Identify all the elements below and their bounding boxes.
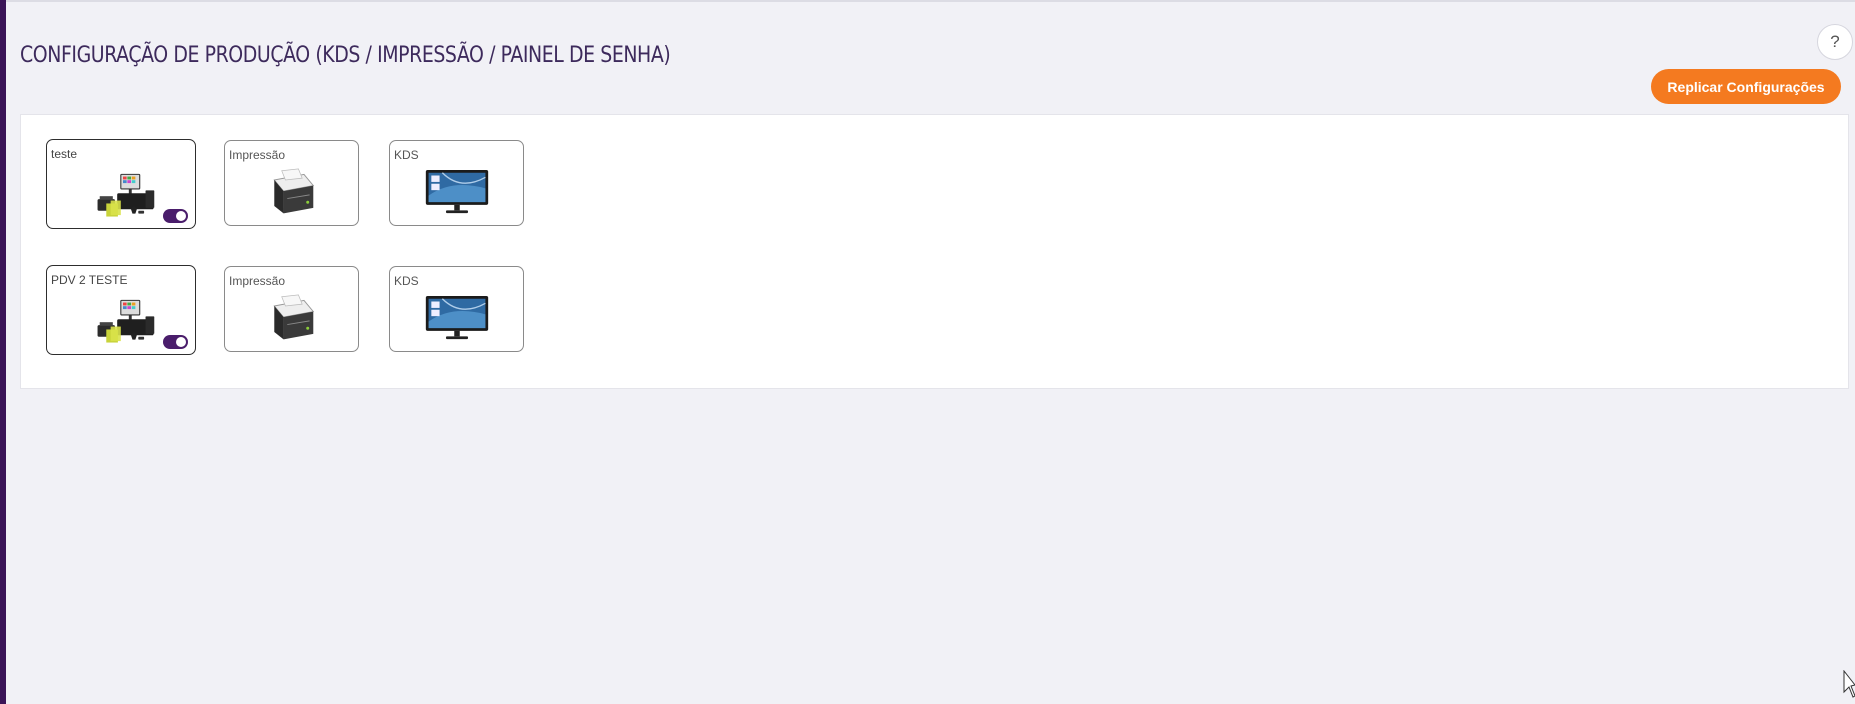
pdv-card-label: teste: [51, 147, 78, 161]
printer-card[interactable]: Impressão: [224, 140, 359, 226]
kds-card[interactable]: KDS: [389, 140, 524, 226]
pdv-card[interactable]: teste: [46, 139, 196, 229]
toggle-knob: [176, 337, 186, 347]
top-divider: [6, 0, 1855, 2]
pdv-enabled-toggle[interactable]: [163, 335, 188, 349]
pdv-card[interactable]: PDV 2 TESTE: [46, 265, 196, 355]
monitor-icon: [424, 167, 490, 217]
printer-card-label: Impressão: [229, 148, 286, 162]
kds-card-label: KDS: [394, 148, 419, 162]
help-button[interactable]: ?: [1817, 24, 1853, 60]
pos-terminal-icon: [83, 166, 163, 222]
replicate-config-button[interactable]: Replicar Configurações: [1651, 69, 1841, 104]
page-title: CONFIGURAÇÃO DE PRODUÇÃO (KDS / IMPRESSÃ…: [20, 42, 671, 68]
printer-card-label: Impressão: [229, 274, 286, 288]
sidebar-edge: [0, 0, 6, 704]
production-config-panel: teste Impressão KDS PDV 2 TESTE Impressã…: [20, 114, 1849, 389]
kds-card-label: KDS: [394, 274, 419, 288]
pdv-card-label: PDV 2 TESTE: [51, 273, 128, 287]
monitor-icon: [424, 293, 490, 343]
pdv-enabled-toggle[interactable]: [163, 209, 188, 223]
printer-card[interactable]: Impressão: [224, 266, 359, 352]
toggle-knob: [176, 211, 186, 221]
thermal-printer-icon: [263, 293, 319, 345]
kds-card[interactable]: KDS: [389, 266, 524, 352]
mouse-cursor-icon: [1843, 670, 1855, 698]
thermal-printer-icon: [263, 167, 319, 219]
pos-terminal-icon: [83, 292, 163, 348]
